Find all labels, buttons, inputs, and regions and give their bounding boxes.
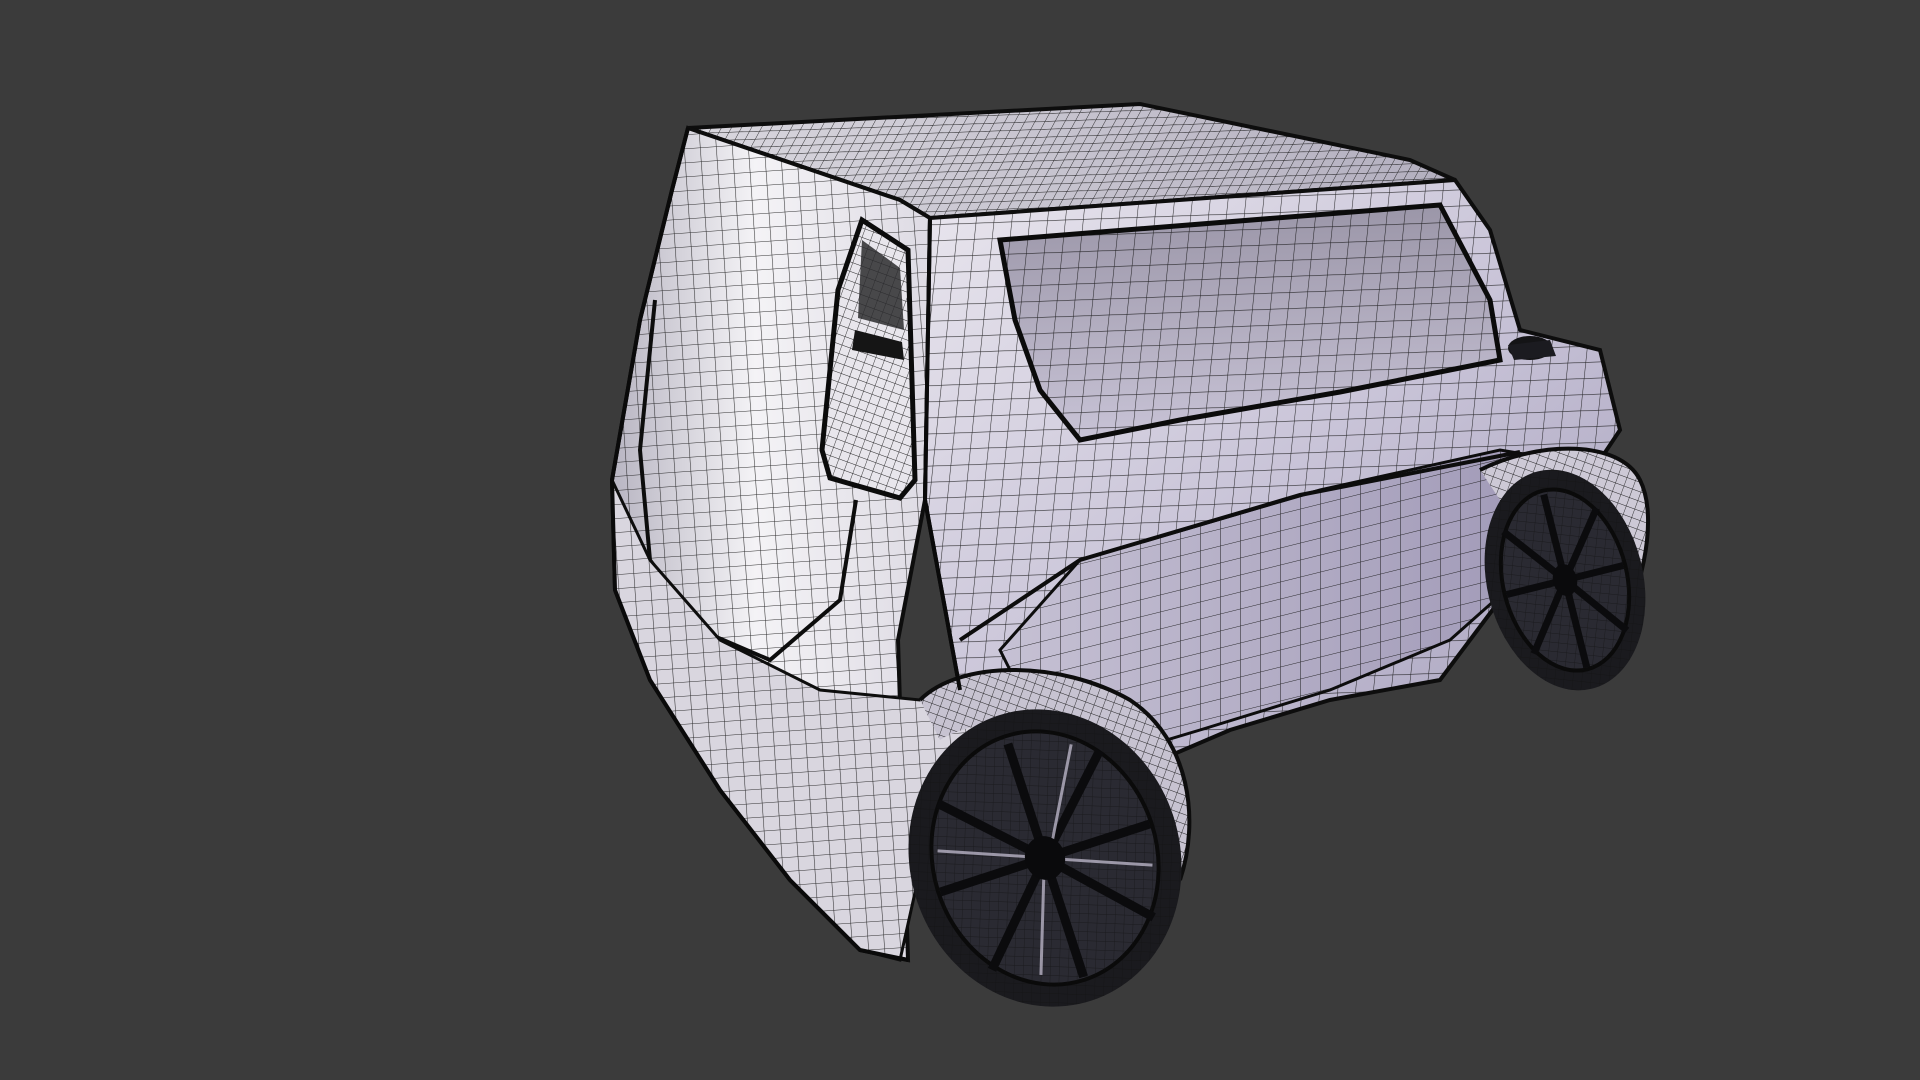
3d-viewport[interactable] xyxy=(0,0,1920,1080)
car-wireframe-render xyxy=(609,101,1651,1007)
